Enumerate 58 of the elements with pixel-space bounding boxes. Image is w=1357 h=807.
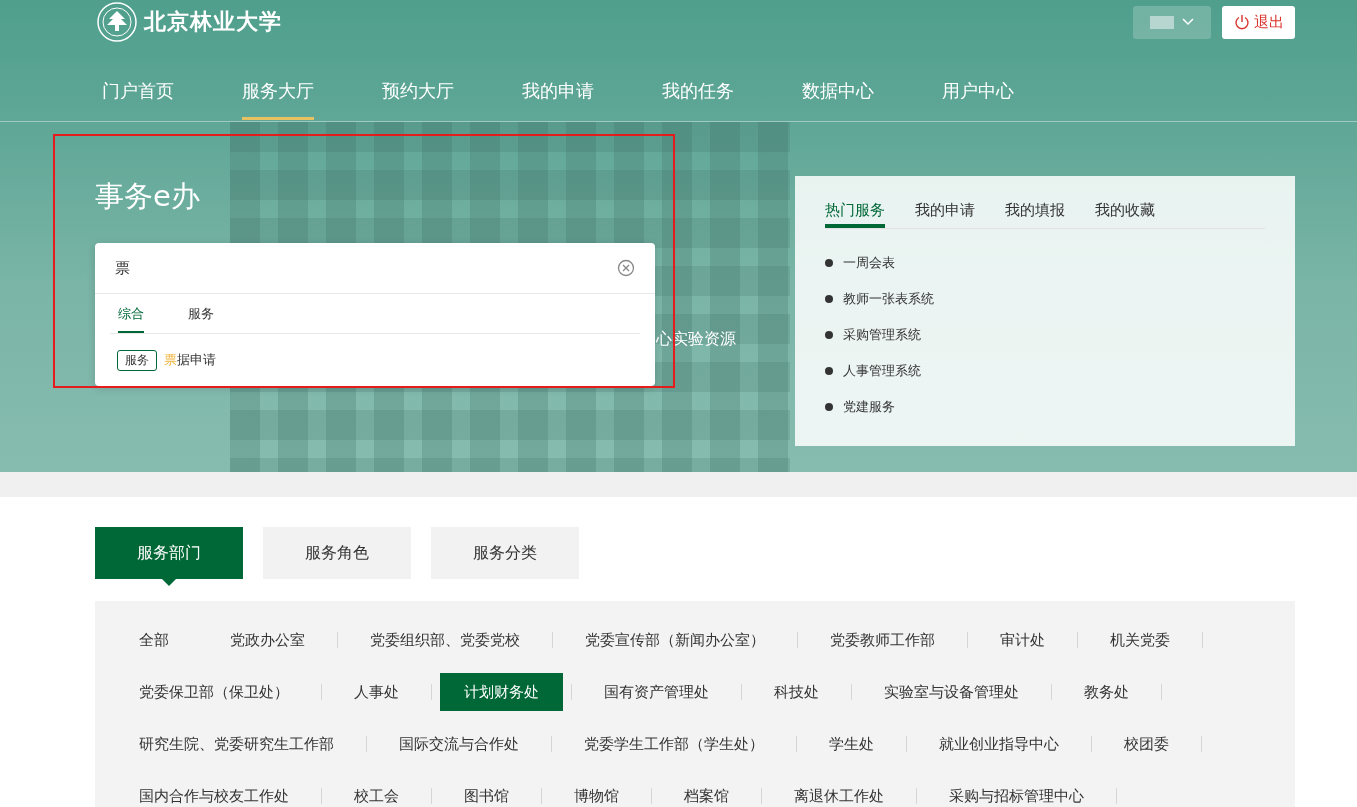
department-filter[interactable]: 就业创业指导中心 — [915, 725, 1083, 763]
power-icon — [1233, 14, 1250, 30]
department-filter[interactable]: 人事处 — [330, 673, 423, 711]
department-filter[interactable]: 实验室与设备管理处 — [860, 673, 1043, 711]
department-filter[interactable]: 图书馆 — [440, 777, 533, 807]
bullet-icon — [825, 259, 833, 267]
department-filter[interactable]: 全部 — [115, 621, 193, 659]
department-filter[interactable]: 学生处 — [805, 725, 898, 763]
category-tab[interactable]: 服务部门 — [95, 527, 243, 579]
department-filter[interactable]: 校工会 — [330, 777, 423, 807]
panel-tab[interactable]: 热门服务 — [825, 176, 885, 228]
panel-tab[interactable]: 我的申请 — [915, 176, 975, 228]
department-filter[interactable]: 档案馆 — [660, 777, 753, 807]
department-filter[interactable]: 党委宣传部（新闻办公室） — [561, 621, 789, 659]
pointer-triangle-icon — [161, 578, 177, 586]
category-tag: 服务 — [117, 349, 157, 371]
service-link[interactable]: 人事管理系统 — [843, 362, 921, 380]
department-filter[interactable]: 教务处 — [1060, 673, 1153, 711]
university-logo-text: 北京林业大学 — [144, 7, 282, 36]
university-seal-icon — [96, 1, 138, 43]
panel-tab[interactable]: 我的填报 — [1005, 176, 1065, 228]
category-tab[interactable]: 服务分类 — [431, 527, 579, 579]
department-filter[interactable]: 党委组织部、党委党校 — [346, 621, 544, 659]
department-filter[interactable]: 采购与招标管理中心 — [925, 777, 1108, 807]
service-link[interactable]: 一周会表 — [843, 254, 895, 272]
department-filter[interactable]: 审计处 — [976, 621, 1069, 659]
bullet-icon — [825, 403, 833, 411]
search-tab[interactable]: 综合 — [118, 294, 144, 333]
category-tab[interactable]: 服务角色 — [263, 527, 411, 579]
department-filter[interactable]: 国有资产管理处 — [580, 673, 733, 711]
clear-icon[interactable] — [617, 259, 635, 277]
bullet-icon — [825, 295, 833, 303]
panel-tab[interactable]: 我的收藏 — [1095, 176, 1155, 228]
department-filter[interactable]: 党委教师工作部 — [806, 621, 959, 659]
hero-title: 事务e办 — [95, 178, 201, 215]
department-filter[interactable]: 机关党委 — [1086, 621, 1194, 659]
department-filter[interactable]: 国际交流与合作处 — [375, 725, 543, 763]
department-filter[interactable]: 党委保卫部（保卫处） — [115, 673, 313, 711]
department-filter[interactable]: 校团委 — [1100, 725, 1193, 763]
logout-button[interactable]: 退出 — [1222, 5, 1295, 39]
service-link[interactable]: 党建服务 — [843, 398, 895, 416]
department-filter[interactable]: 博物馆 — [550, 777, 643, 807]
chevron-down-icon — [1182, 18, 1194, 26]
search-result-link[interactable]: 票据申请 — [164, 351, 216, 369]
search-field[interactable]: 票 — [115, 259, 617, 277]
user-menu[interactable] — [1133, 5, 1211, 39]
search-tab[interactable]: 服务 — [188, 294, 214, 333]
department-filter[interactable]: 科技处 — [750, 673, 843, 711]
service-link[interactable]: 教师一张表系统 — [843, 290, 934, 308]
department-filter[interactable]: 研究生院、党委研究生工作部 — [115, 725, 358, 763]
department-filter[interactable]: 国内合作与校友工作处 — [115, 777, 313, 807]
department-filter[interactable]: 计划财务处 — [440, 673, 563, 711]
department-filter[interactable]: 党政办公室 — [206, 621, 329, 659]
bullet-icon — [825, 331, 833, 339]
service-link[interactable]: 采购管理系统 — [843, 326, 921, 344]
department-filter[interactable]: 党委学生工作部（学生处） — [560, 725, 788, 763]
department-filter[interactable]: 离退休工作处 — [770, 777, 908, 807]
bullet-icon — [825, 367, 833, 375]
